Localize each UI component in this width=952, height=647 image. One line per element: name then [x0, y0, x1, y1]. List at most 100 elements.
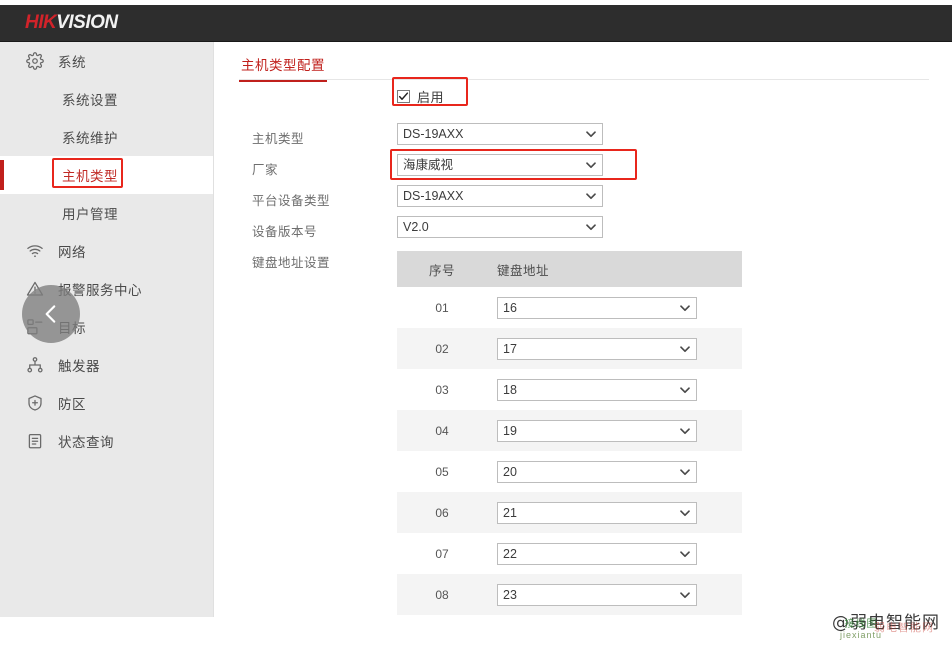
- row-address-cell: 19: [487, 419, 697, 442]
- field-label: 平台设备类型: [252, 194, 331, 208]
- platform-device-type-value: DS-19AXX: [403, 189, 464, 203]
- device-version-select-wrap: V2.0: [397, 216, 603, 238]
- keyboard-address-select[interactable]: 18: [497, 378, 697, 401]
- vendor-value: 海康威视: [403, 158, 454, 172]
- nodes-icon: [24, 354, 46, 376]
- table-row: 02 17: [397, 328, 742, 369]
- sidebar-item-label: 状态查询: [58, 435, 114, 450]
- table-row: 01 16: [397, 287, 742, 328]
- keyboard-address-value: 20: [503, 464, 517, 479]
- row-address-cell: 20: [487, 460, 697, 483]
- row-address-cell: 18: [487, 378, 697, 401]
- platform-device-type-select[interactable]: DS-19AXX: [397, 185, 603, 207]
- keyboard-address-value: 22: [503, 546, 517, 561]
- table-row: 07 22: [397, 533, 742, 574]
- keyboard-address-value: 16: [503, 300, 517, 315]
- chevron-down-icon: [679, 380, 691, 400]
- enable-label: 启用: [417, 90, 445, 105]
- sidebar-item-label: 系统: [58, 55, 86, 70]
- field-label: 主机类型: [252, 132, 305, 146]
- form-row-vendor: 厂家 海康威视: [214, 149, 952, 183]
- sidebar-item-system[interactable]: 系统: [0, 42, 213, 80]
- keyboard-address-value: 21: [503, 505, 517, 520]
- chevron-down-icon: [585, 186, 597, 206]
- sidebar-item-status-query[interactable]: 状态查询: [0, 422, 213, 460]
- sidebar-collapse-button[interactable]: [22, 285, 80, 343]
- keyboard-address-select[interactable]: 16: [497, 296, 697, 319]
- device-version-select[interactable]: V2.0: [397, 216, 603, 238]
- chevron-down-icon: [679, 339, 691, 359]
- chevron-down-icon: [679, 421, 691, 441]
- sidebar-item-network[interactable]: 网络: [0, 232, 213, 270]
- chevron-down-icon: [679, 462, 691, 482]
- form-row-host-type: 主机类型 DS-19AXX: [214, 122, 952, 152]
- keyboard-address-value: 23: [503, 587, 517, 602]
- chevron-down-icon: [679, 503, 691, 523]
- keyboard-address-select[interactable]: 22: [497, 542, 697, 565]
- sidebar-item-system-settings[interactable]: 系统设置: [0, 80, 213, 118]
- sidebar-item-label: 触发器: [58, 359, 100, 374]
- hikvision-logo: HIKVISION: [25, 13, 118, 33]
- row-index: 01: [435, 300, 449, 315]
- column-header-address: 键盘地址: [497, 263, 550, 278]
- keyboard-address-select[interactable]: 19: [497, 419, 697, 442]
- shield-plus-icon: [24, 392, 46, 414]
- sidebar-item-system-maintenance[interactable]: 系统维护: [0, 118, 213, 156]
- field-label: 厂家: [252, 163, 279, 177]
- device-version-value: V2.0: [403, 220, 429, 234]
- vendor-select[interactable]: 海康威视: [397, 154, 603, 176]
- logo-hik-text: HIK: [25, 12, 57, 33]
- sidebar-item-label: 系统设置: [62, 93, 118, 108]
- row-address-cell: 21: [487, 501, 697, 524]
- host-type-select-wrap: DS-19AXX: [397, 123, 603, 145]
- sidebar-item-label: 网络: [58, 245, 86, 260]
- keyboard-address-select[interactable]: 23: [497, 583, 697, 606]
- tab-bar: 主机类型配置: [239, 54, 929, 82]
- sidebar-item-host-type[interactable]: 主机类型: [0, 156, 213, 194]
- chevron-down-icon: [679, 544, 691, 564]
- sidebar-item-label: 防区: [58, 397, 86, 412]
- chevron-down-icon: [679, 585, 691, 605]
- clipboard-icon: [24, 430, 46, 452]
- chevron-down-icon: [585, 124, 597, 144]
- row-address-cell: 16: [487, 296, 697, 319]
- keyboard-address-select[interactable]: 17: [497, 337, 697, 360]
- table-header-row: 序号 键盘地址: [397, 251, 742, 287]
- vendor-select-wrap: 海康威视: [397, 154, 603, 176]
- sidebar-item-user-management[interactable]: 用户管理: [0, 194, 213, 232]
- gear-icon: [24, 50, 46, 72]
- keyboard-address-value: 18: [503, 382, 517, 397]
- host-type-select[interactable]: DS-19AXX: [397, 123, 603, 145]
- keyboard-address-value: 17: [503, 341, 517, 356]
- field-label: 设备版本号: [252, 225, 318, 239]
- app-header: HIKVISION: [0, 5, 952, 42]
- form-row-device-version: 设备版本号 V2.0: [214, 215, 952, 245]
- sidebar-item-defense-zone[interactable]: 防区: [0, 384, 213, 422]
- column-header-no: 序号: [428, 263, 455, 278]
- checkbox-icon[interactable]: [397, 90, 410, 103]
- host-type-form: 启用 主机类型 DS-19AXX 厂家 海康威视 平台设备类型 DS-19AXX…: [214, 77, 952, 277]
- enable-checkbox-row[interactable]: 启用: [397, 87, 444, 106]
- keyboard-address-select[interactable]: 20: [497, 460, 697, 483]
- chevron-down-icon: [679, 298, 691, 318]
- table-row: 05 20: [397, 451, 742, 492]
- row-index: 08: [435, 587, 449, 602]
- sidebar-item-label: 主机类型: [62, 169, 118, 184]
- keyboard-address-select[interactable]: 21: [497, 501, 697, 524]
- row-index: 05: [435, 464, 449, 479]
- table-row: 08 23: [397, 574, 742, 615]
- chevron-left-icon: [38, 301, 64, 327]
- row-index: 06: [435, 505, 449, 520]
- row-address-cell: 23: [487, 583, 697, 606]
- platform-device-type-select-wrap: DS-19AXX: [397, 185, 603, 207]
- sidebar-item-trigger[interactable]: 触发器: [0, 346, 213, 384]
- form-row-enable: 启用: [214, 77, 952, 121]
- table-row: 03 18: [397, 369, 742, 410]
- hikvision-config-page: HIKVISION 系统 系统设置 系统维护 主机类型 用户管理 网络 报警服务…: [0, 0, 952, 647]
- chevron-down-icon: [585, 217, 597, 237]
- row-index: 07: [435, 546, 449, 561]
- sidebar-item-label: 系统维护: [62, 131, 118, 146]
- logo-vision-text: VISION: [56, 12, 118, 33]
- tab-host-type-config[interactable]: 主机类型配置: [239, 54, 327, 82]
- keyboard-address-value: 19: [503, 423, 517, 438]
